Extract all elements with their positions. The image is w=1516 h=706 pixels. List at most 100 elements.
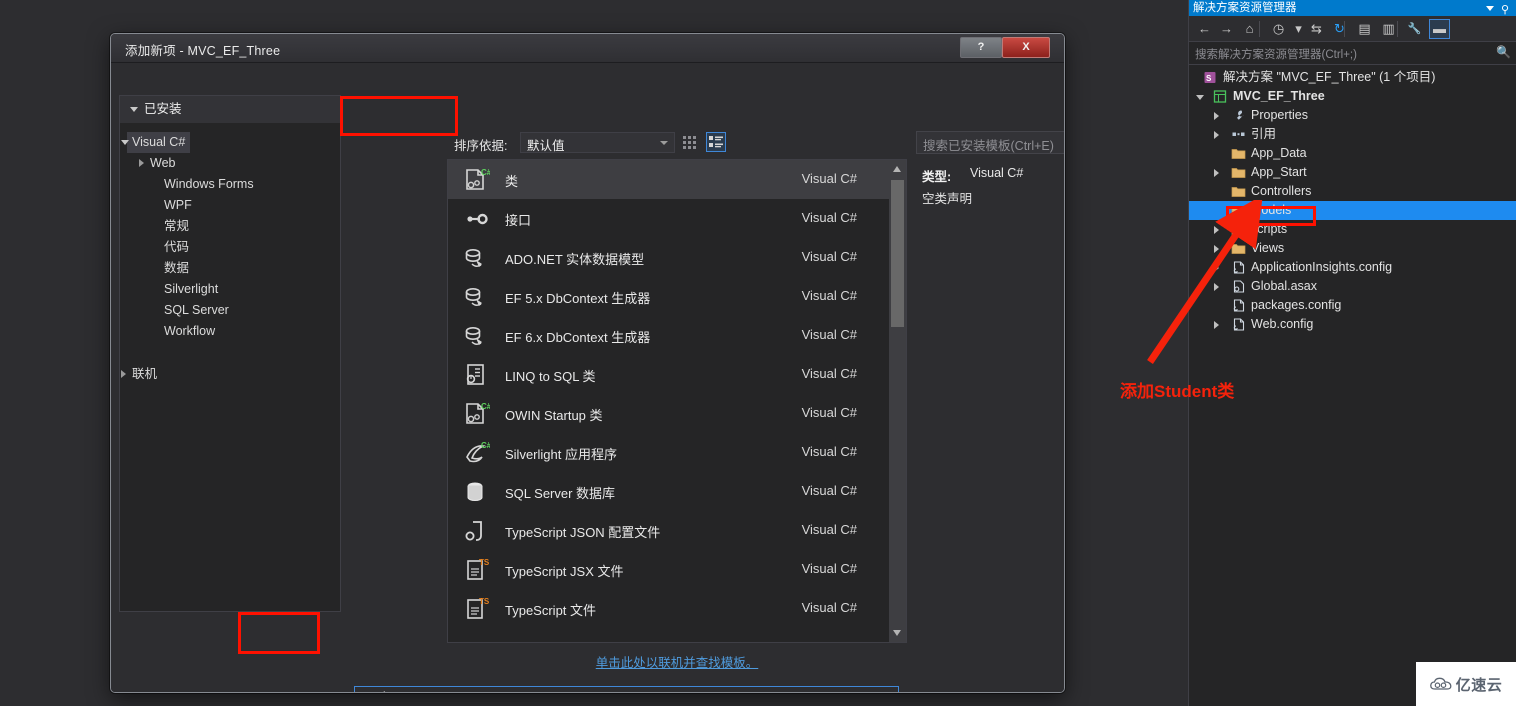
template-list-item[interactable]: EF 5.x DbContext 生成器 Visual C#: [448, 277, 906, 316]
template-list-item[interactable]: TS TypeScript 文件 Visual C#: [448, 589, 906, 628]
installed-header[interactable]: 已安装: [120, 96, 340, 123]
solution-tree-item[interactable]: App_Start: [1189, 163, 1516, 182]
close-button[interactable]: X: [1002, 37, 1050, 58]
pending-changes-icon[interactable]: ◷: [1269, 20, 1288, 38]
template-list-item[interactable]: 接口 Visual C#: [448, 199, 906, 238]
back-icon[interactable]: ←: [1195, 20, 1214, 38]
svg-text:C#: C#: [481, 441, 490, 450]
scrollbar-thumb[interactable]: [891, 180, 904, 327]
solution-tree-item[interactable]: Controllers: [1189, 182, 1516, 201]
chevron-right-icon[interactable]: [1214, 245, 1219, 253]
toolbar-separator: [1397, 21, 1398, 37]
solution-tree-item[interactable]: Views: [1189, 239, 1516, 258]
template-name: LINQ to SQL 类: [505, 369, 596, 384]
template-list-item[interactable]: ADO.NET 实体数据模型 Visual C#: [448, 238, 906, 277]
home-icon[interactable]: ⌂: [1240, 20, 1259, 38]
category-tree-item[interactable]: Workflow: [120, 321, 340, 342]
category-tree-item[interactable]: Visual C#: [120, 132, 340, 153]
search-icon[interactable]: 🔍: [1496, 45, 1511, 59]
solution-tree-item[interactable]: ApplicationInsights.config: [1189, 258, 1516, 277]
chevron-right-icon[interactable]: [1214, 169, 1219, 177]
forward-icon[interactable]: →: [1217, 20, 1236, 38]
solution-explorer-panel: 解决方案资源管理器 ⚲ ← → ⌂ ◷ ▾ ⇆ ↻ ▤ ▥ 🔧 ▬ 搜索解决方案资源管理器(Ctrl…: [1188, 0, 1516, 706]
solution-tree-item[interactable]: 引用: [1189, 125, 1516, 144]
template-list-item[interactable]: C# OWIN Startup 类 Visual C#: [448, 394, 906, 433]
chevron-right-icon[interactable]: [1214, 321, 1219, 329]
solution-explorer-search[interactable]: 搜索解决方案资源管理器(Ctrl+;) 🔍: [1189, 43, 1516, 65]
chevron-right-icon[interactable]: [1214, 226, 1219, 234]
category-tree-item[interactable]: 数据: [120, 258, 340, 279]
chevron-down-icon[interactable]: [1196, 95, 1204, 100]
template-list-item[interactable]: LINQ to SQL 类 Visual C#: [448, 355, 906, 394]
template-list-item[interactable]: TS TypeScript JSX 文件 Visual C#: [448, 550, 906, 589]
grid-view-icon[interactable]: [682, 134, 698, 150]
solution-tree-item[interactable]: scripts: [1189, 220, 1516, 239]
solution-tree-item-label: App_Data: [1251, 146, 1307, 160]
preview-selected-icon[interactable]: ▬: [1429, 19, 1450, 39]
refresh-icon[interactable]: ↻: [1330, 20, 1349, 38]
chevron-right-icon[interactable]: [1214, 264, 1219, 272]
category-tree-item[interactable]: Silverlight: [120, 279, 340, 300]
category-tree-item[interactable]: Windows Forms: [120, 174, 340, 195]
solution-tree-item[interactable]: Web.config: [1189, 315, 1516, 334]
chevron-down-icon[interactable]: [121, 140, 129, 145]
category-tree-item[interactable]: SQL Server: [120, 300, 340, 321]
scroll-down-arrow-icon[interactable]: [889, 625, 906, 642]
properties-icon: [1231, 108, 1246, 123]
solution-explorer-toolbar: ← → ⌂ ◷ ▾ ⇆ ↻ ▤ ▥ 🔧 ▬: [1189, 16, 1516, 42]
info-type-label: 类型:: [922, 170, 952, 184]
category-tree-item-label: Web: [150, 156, 176, 170]
solution-tree-item[interactable]: MVC_EF_Three: [1189, 87, 1516, 106]
template-list-item[interactable]: EF 6.x DbContext 生成器 Visual C#: [448, 316, 906, 355]
template-language: Visual C#: [801, 327, 857, 342]
chevron-right-icon[interactable]: [1214, 283, 1219, 291]
template-list-item[interactable]: TypeScript JSON 配置文件 Visual C#: [448, 511, 906, 550]
category-tree-item-label: SQL Server: [164, 303, 229, 317]
template-search-input[interactable]: 搜索已安装模板(Ctrl+E) 🔍: [916, 131, 1064, 154]
chevron-right-icon[interactable]: [139, 159, 144, 167]
scroll-up-arrow-icon[interactable]: [889, 160, 906, 177]
show-all-files-icon[interactable]: ▥: [1379, 20, 1398, 38]
category-tree-item[interactable]: WPF: [120, 195, 340, 216]
sync-icon[interactable]: ⇆: [1307, 20, 1326, 38]
help-button[interactable]: ?: [960, 37, 1002, 58]
svg-text:S: S: [1206, 74, 1212, 83]
chevron-right-icon[interactable]: [1214, 131, 1219, 139]
collapse-all-icon[interactable]: ▤: [1355, 20, 1374, 38]
watermark-text: 亿速云: [1455, 676, 1503, 694]
template-name: Silverlight 应用程序: [505, 447, 617, 462]
chevron-right-icon[interactable]: [1214, 112, 1219, 120]
list-view-icon[interactable]: [706, 132, 726, 152]
category-tree-item-label: Visual C#: [127, 132, 191, 153]
category-tree-item-label: Silverlight: [164, 282, 219, 296]
category-tree-item[interactable]: Web: [120, 153, 340, 174]
template-list-item[interactable]: SQL Server 数据库 Visual C#: [448, 472, 906, 511]
template-language: Visual C#: [801, 522, 857, 537]
solution-tree-item-label: Views: [1251, 241, 1285, 255]
template-language: Visual C#: [801, 249, 857, 264]
template-list[interactable]: C# 类 Visual C# 接口 Visual C# ADO.NET 实体数据模型 V…: [447, 159, 907, 643]
template-name: ADO.NET 实体数据模型: [505, 252, 645, 267]
solution-tree-item[interactable]: Models: [1189, 201, 1516, 220]
properties-icon[interactable]: 🔧: [1405, 20, 1424, 38]
add-new-item-dialog: 添加新项 - MVC_EF_Three ? X 已安装 Visual C# Web…: [110, 33, 1065, 693]
folder-icon: [1231, 146, 1246, 161]
template-list-item[interactable]: C# 类 Visual C#: [448, 160, 906, 199]
find-online-templates-link[interactable]: 单击此处以联机并查找模板。: [447, 652, 907, 671]
chevron-down-icon[interactable]: [1486, 6, 1494, 11]
template-list-item[interactable]: C# Silverlight 应用程序 Visual C#: [448, 433, 906, 472]
chevron-right-icon[interactable]: [121, 370, 126, 378]
solution-tree-item[interactable]: S 解决方案 "MVC_EF_Three" (1 个项目): [1189, 68, 1516, 87]
solution-tree-item[interactable]: Global.asax: [1189, 277, 1516, 296]
name-input[interactable]: [354, 686, 899, 692]
category-tree-item[interactable]: 代码: [120, 237, 340, 258]
solution-tree-item[interactable]: App_Data: [1189, 144, 1516, 163]
category-tree-item[interactable]: 联机: [120, 364, 340, 385]
sort-combo[interactable]: 默认值: [520, 132, 675, 153]
template-language: Visual C#: [801, 444, 857, 459]
template-list-scrollbar[interactable]: [889, 160, 906, 642]
solution-tree-item[interactable]: packages.config: [1189, 296, 1516, 315]
category-tree-item[interactable]: 常规: [120, 216, 340, 237]
chevron-down-icon[interactable]: ▾: [1289, 20, 1308, 38]
solution-tree-item[interactable]: Properties: [1189, 106, 1516, 125]
